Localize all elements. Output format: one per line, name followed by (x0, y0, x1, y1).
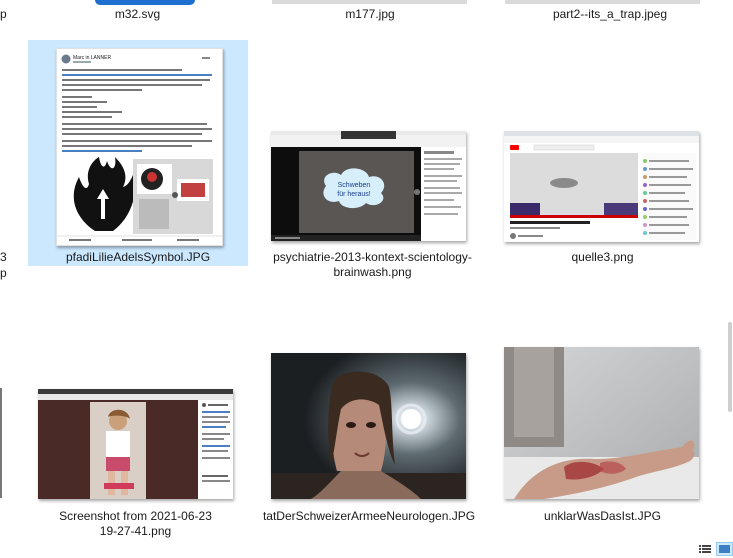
thumbnail-screenshot-2021[interactable] (38, 389, 233, 499)
file-label[interactable]: psychiatrie-2013-kontext-scientology- (260, 250, 485, 265)
left-edge-fragment: p (0, 7, 7, 21)
file-label[interactable]: pfadiLilieAdelsSymbol.JPG (28, 250, 248, 265)
file-label[interactable]: part2--its_a_trap.jpeg (520, 7, 700, 22)
left-edge-fragment: p (0, 266, 7, 280)
screenshot-2021-image (38, 389, 233, 499)
video-screenshot-image: Schweben für heraus! (271, 131, 466, 241)
file-label[interactable]: unklarWasDasIst.JPG (505, 509, 700, 524)
scrollbar-thumb[interactable] (728, 322, 732, 412)
left-edge-fragment: 3 (0, 250, 7, 264)
file-label[interactable]: m32.svg (75, 7, 200, 22)
cloud-text-1: Schweben (338, 182, 371, 189)
file-label[interactable]: 19-27-41.png (38, 524, 233, 539)
cloud-text-2: für heraus! (337, 191, 371, 198)
file-label[interactable]: quelle3.png (505, 250, 700, 265)
fb-name: Marc in LANNER (73, 55, 111, 61)
thumbnail-youtube-screenshot[interactable] (504, 131, 699, 242)
hand-photo-image (504, 347, 699, 499)
thumb-part2-partial[interactable] (505, 0, 700, 4)
file-label[interactable]: m177.jpg (305, 7, 435, 22)
status-bar (0, 540, 733, 556)
selfie-photo-image (271, 353, 466, 499)
youtube-screenshot-image (504, 131, 699, 240)
file-label[interactable]: brainwash.png (260, 265, 485, 280)
large-icons-view-icon[interactable] (716, 542, 733, 556)
file-label[interactable]: tatDerSchweizerArmeeNeurologen.JPG (258, 509, 480, 524)
thumb-partial-left[interactable] (0, 388, 2, 498)
facebook-post-image: Marc in LANNER (57, 54, 222, 241)
thumb-m177-partial[interactable] (272, 0, 467, 4)
thumbnail-facebook-post[interactable]: Marc in LANNER (56, 48, 223, 246)
thumbnail-hand-photo[interactable] (504, 347, 699, 499)
file-label[interactable]: Screenshot from 2021-06-23 (38, 509, 233, 524)
thumbnail-video-screenshot[interactable]: Schweben für heraus! (271, 131, 466, 241)
thumb-m32-partial[interactable] (95, 0, 195, 5)
thumbnail-selfie-photo[interactable] (271, 353, 466, 499)
vertical-scrollbar[interactable] (727, 0, 733, 540)
details-view-icon[interactable] (699, 543, 711, 553)
